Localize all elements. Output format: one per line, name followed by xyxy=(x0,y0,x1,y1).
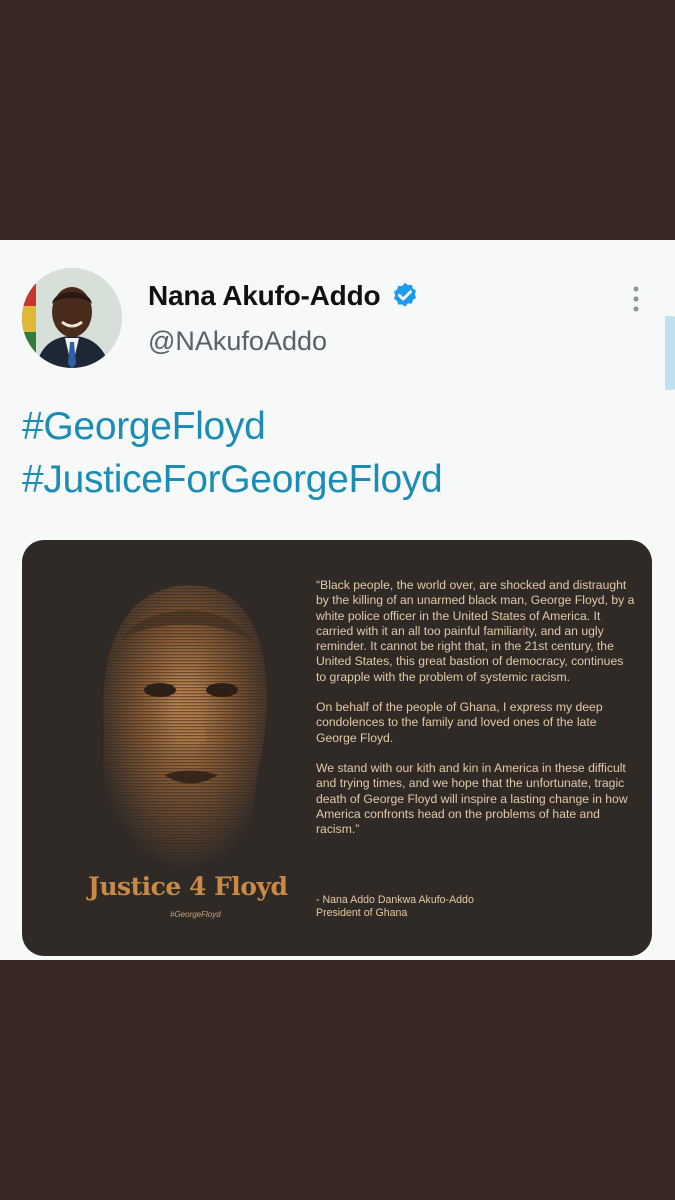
avatar-image xyxy=(22,268,122,368)
quote-paragraph: “Black people, the world over, are shock… xyxy=(316,578,635,684)
signature-title: President of Ghana xyxy=(316,907,408,919)
quote-signature: - Nana Addo Dankwa Akufo-Addo President … xyxy=(316,894,474,920)
scrollbar-thumb[interactable] xyxy=(665,316,675,390)
more-vertical-icon[interactable] xyxy=(628,284,644,314)
tweet-text: #GeorgeFloyd #JusticeForGeorgeFloyd xyxy=(22,400,443,506)
hashtag-link[interactable]: #GeorgeFloyd xyxy=(22,400,442,453)
author-handle[interactable]: @NAkufoAddo xyxy=(148,326,327,357)
author-row: Nana Akufo-Addo xyxy=(148,280,420,312)
card-tag: #GeorgeFloyd xyxy=(170,910,221,919)
bottom-dark-band xyxy=(0,960,675,1200)
quote-paragraph: On behalf of the people of Ghana, I expr… xyxy=(316,700,603,745)
verified-badge-icon xyxy=(390,281,420,311)
author-name[interactable]: Nana Akufo-Addo xyxy=(148,280,381,312)
card-headline: Justice 4 Floyd xyxy=(88,872,288,901)
top-dark-band xyxy=(0,0,675,240)
tweet-card[interactable]: Nana Akufo-Addo @NAkufoAddo #GeorgeFloyd… xyxy=(0,240,675,960)
hashtag-link[interactable]: #JusticeForGeorgeFloyd xyxy=(22,453,443,506)
george-floyd-portrait xyxy=(82,570,292,870)
tweet-image[interactable]: Justice 4 Floyd #GeorgeFloyd “Black peop… xyxy=(22,540,652,956)
quote-paragraph: We stand with our kith and kin in Americ… xyxy=(316,760,628,837)
avatar[interactable] xyxy=(22,268,122,368)
quote-text: “Black people, the world over, are shock… xyxy=(316,578,636,852)
signature-name: - Nana Addo Dankwa Akufo-Addo xyxy=(316,894,474,906)
